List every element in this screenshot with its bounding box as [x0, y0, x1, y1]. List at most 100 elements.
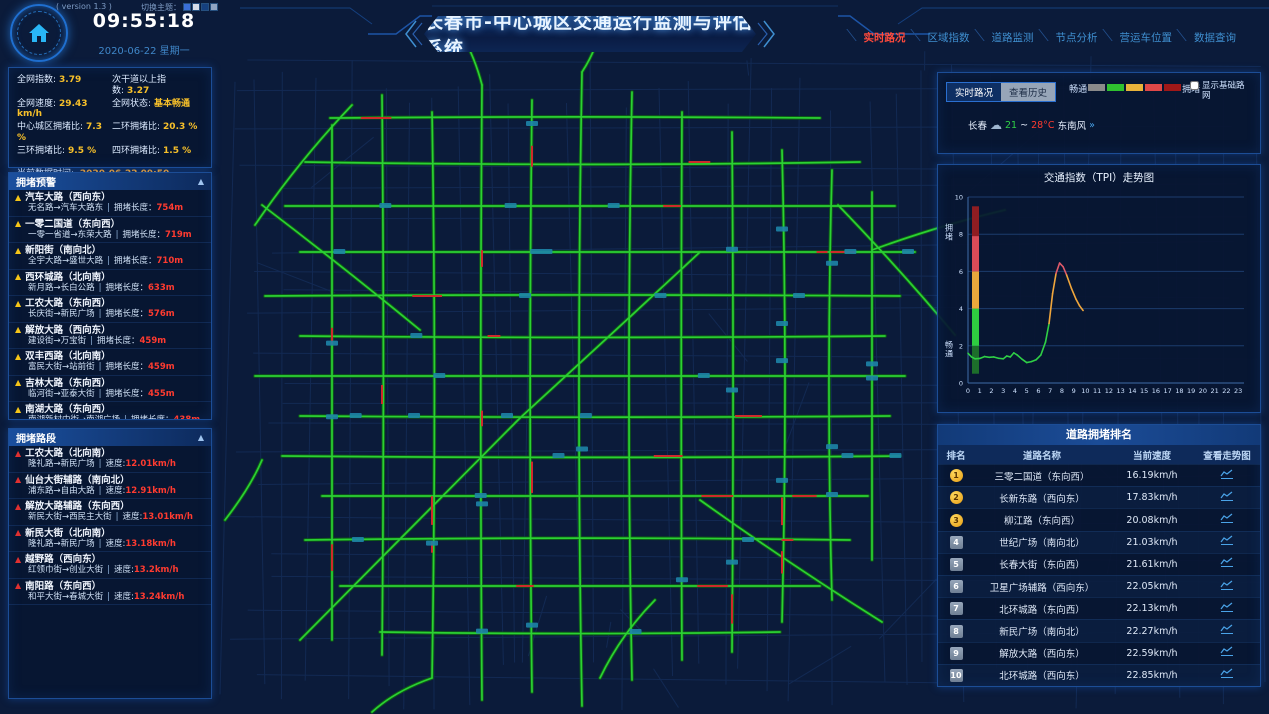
ranking-header-row: 排名道路名称当前速度查看走势图 — [938, 445, 1260, 464]
ranking-row[interactable]: 6卫星广场辅路（西向东）22.05km/h — [938, 575, 1260, 597]
rank-badge: 10 — [950, 669, 963, 682]
network-stats-panel: 全网指数:3.79次干道以上指数:3.27全网速度:29.43 km/h全网状态… — [8, 67, 212, 168]
ranking-row[interactable]: 1三零二国道（东向西）16.19km/h — [938, 464, 1260, 486]
stat-item: 全网指数:3.79 — [17, 75, 108, 97]
road-name: 新阳街（南向北） — [25, 245, 101, 256]
rank-badge: 4 — [950, 536, 963, 549]
metric-label: 拥堵长度： — [114, 203, 157, 213]
road-segment: 南湖新村中街→南湖广场 — [28, 415, 120, 420]
tab-history[interactable]: 查看历史 — [1001, 83, 1055, 101]
rank-badge: 8 — [950, 625, 963, 638]
separator: | — [124, 415, 127, 420]
warning-item[interactable]: ▲工农大路（东向西）长庆街→新民广场|拥堵长度：576m — [9, 296, 211, 323]
collapse-icon[interactable]: ▲ — [198, 433, 204, 442]
congestion-ranking-panel: 道路拥堵排名 排名道路名称当前速度查看走势图 1三零二国道（东向西）16.19k… — [937, 424, 1261, 687]
congestion-item[interactable]: ▲越野路（西向东）红领巾街→创业大街|速度:13.2km/h — [9, 552, 211, 579]
warning-item[interactable]: ▲西环城路（北向南）新月路→长白公路|拥堵长度：633m — [9, 270, 211, 297]
metric-value: 710m — [157, 256, 184, 266]
warning-item[interactable]: ▲南湖大路（东向西）南湖新村中街→南湖广场|拥堵长度：438m — [9, 402, 211, 420]
trend-chart-icon[interactable] — [1220, 602, 1234, 613]
nav-item-6[interactable]: 数据查询 — [1183, 28, 1247, 47]
stat-value: 基本畅通 — [154, 99, 190, 109]
svg-text:18: 18 — [1175, 387, 1183, 395]
warning-item[interactable]: ▲解放大路（西向东）建设街→万宝街|拥堵长度：459m — [9, 323, 211, 350]
ranking-row[interactable]: 2长新东路（西向东）17.83km/h — [938, 486, 1260, 508]
metric-value: 438m — [174, 415, 201, 420]
theme-color-swatch[interactable] — [210, 3, 218, 11]
road-segment: 长庆街→新民广场 — [28, 309, 95, 319]
nav-item-2[interactable]: 区域指数 — [917, 28, 981, 47]
svg-text:5: 5 — [1025, 387, 1029, 395]
ranking-speed: 21.03km/h — [1110, 537, 1194, 548]
nav-item-5[interactable]: 营运车位置 — [1109, 28, 1184, 47]
clock: 09:55:18 — [84, 10, 204, 32]
svg-text:23: 23 — [1234, 387, 1242, 395]
rank-badge: 2 — [950, 491, 963, 504]
congestion-item[interactable]: ▲南阳路（东向西）和平大街→春城大街|速度:13.24km/h — [9, 579, 211, 606]
trend-chart-icon[interactable] — [1220, 580, 1234, 591]
trend-chart-icon[interactable] — [1220, 624, 1234, 635]
warning-triangle-icon: ▲ — [15, 300, 21, 308]
road-segment: 全宇大路→盛世大路 — [28, 256, 103, 266]
trend-chart-icon[interactable] — [1220, 668, 1234, 679]
congestion-item[interactable]: ▲新民大街（北向南）隆礼路→新民广场|速度:13.18km/h — [9, 526, 211, 553]
stat-label: 中心城区拥堵比: — [17, 122, 83, 132]
warning-item[interactable]: ▲吉林大路（东向西）临河街→亚泰大街|拥堵长度：455m — [9, 376, 211, 403]
separator: | — [99, 283, 102, 293]
ranking-row[interactable]: 5长春大街（东向西）21.61km/h — [938, 553, 1260, 575]
separator: | — [90, 336, 93, 346]
congestion-list: ▲工农大路（北向南）隆礼路→新民广场|速度:12.01km/h▲仙台大街辅路（南… — [9, 446, 211, 605]
congestion-item[interactable]: ▲工农大路（北向南）隆礼路→新民广场|速度:12.01km/h — [9, 446, 211, 473]
svg-text:22: 22 — [1222, 387, 1230, 395]
app-title: 长春市-中心城区交通运行监测与评估系统 — [424, 7, 756, 61]
nav-item-1[interactable]: 实时路况 — [853, 28, 917, 47]
congestion-item[interactable]: ▲解放大路辅路（东向西）新民大街→西民主大街|速度:13.01km/h — [9, 499, 211, 526]
ranking-row[interactable]: 9解放大路（西向东）22.59km/h — [938, 642, 1260, 664]
nav-item-3[interactable]: 道路监测 — [981, 28, 1045, 47]
warning-item[interactable]: ▲一零二国道（东向西）一零一省道→东荣大路|拥堵长度：719m — [9, 217, 211, 244]
weather-more-link[interactable]: » — [1089, 120, 1095, 131]
metric-value: 576m — [148, 309, 175, 319]
svg-text:4: 4 — [1013, 387, 1017, 395]
trend-chart-icon[interactable] — [1220, 557, 1234, 568]
warning-triangle-icon: ▲ — [15, 326, 21, 334]
tab-realtime[interactable]: 实时路况 — [947, 83, 1001, 101]
separator: | — [107, 592, 110, 602]
trend-chart-icon[interactable] — [1220, 513, 1234, 524]
ranking-row[interactable]: 7北环城路（东向西）22.13km/h — [938, 597, 1260, 619]
metric-label: 速度: — [106, 459, 126, 469]
svg-text:拥堵: 拥堵 — [945, 222, 953, 241]
ranking-row[interactable]: 4世纪广场（南向北）21.03km/h — [938, 531, 1260, 553]
separator: | — [107, 256, 110, 266]
metric-label: 拥堵长度： — [106, 309, 149, 319]
svg-text:0: 0 — [959, 380, 963, 388]
ranking-row[interactable]: 8新民广场（南向北）22.27km/h — [938, 619, 1260, 641]
stat-item: 三环拥堵比:9.5 % — [17, 146, 108, 163]
basemap-checkbox-label: 显示基础路网 — [1202, 81, 1252, 101]
congestion-triangle-icon: ▲ — [15, 556, 21, 564]
ranking-row[interactable]: 10北环城路（西向东）22.85km/h — [938, 664, 1260, 686]
home-logo-button[interactable] — [10, 4, 68, 62]
svg-text:8: 8 — [1060, 387, 1064, 395]
collapse-icon[interactable]: ▲ — [198, 177, 204, 186]
trend-chart-icon[interactable] — [1220, 646, 1234, 657]
road-name: 西环城路（北向南） — [25, 272, 111, 283]
ranking-row[interactable]: 3柳江路（东向西）20.08km/h — [938, 508, 1260, 530]
legend-color-blocks — [1087, 84, 1182, 94]
stats-grid: 全网指数:3.79次干道以上指数:3.27全网速度:29.43 km/h全网状态… — [9, 68, 211, 165]
warning-triangle-icon: ▲ — [15, 379, 21, 387]
basemap-checkbox[interactable] — [1190, 81, 1199, 90]
trend-chart-icon[interactable] — [1220, 535, 1234, 546]
stat-label: 全网速度: — [17, 99, 56, 109]
stat-label: 二环拥堵比: — [112, 122, 160, 132]
trend-chart-icon[interactable] — [1220, 491, 1234, 502]
svg-text:7: 7 — [1048, 387, 1052, 395]
nav-item-4[interactable]: 节点分析 — [1045, 28, 1109, 47]
congestion-item[interactable]: ▲仙台大街辅路（南向北）浦东路→自由大路|速度:12.91km/h — [9, 473, 211, 500]
trend-chart-icon[interactable] — [1220, 469, 1234, 480]
warning-item[interactable]: ▲汽车大路（西向东）无名路→汽车大路东|拥堵长度：754m — [9, 190, 211, 217]
road-name: 越野路（西向东） — [25, 554, 101, 565]
ranking-speed: 22.59km/h — [1110, 648, 1194, 659]
warning-item[interactable]: ▲新阳街（南向北）全宇大路→盛世大路|拥堵长度：710m — [9, 243, 211, 270]
warning-item[interactable]: ▲双丰西路（北向南）富民大街→站前街|拥堵长度：459m — [9, 349, 211, 376]
